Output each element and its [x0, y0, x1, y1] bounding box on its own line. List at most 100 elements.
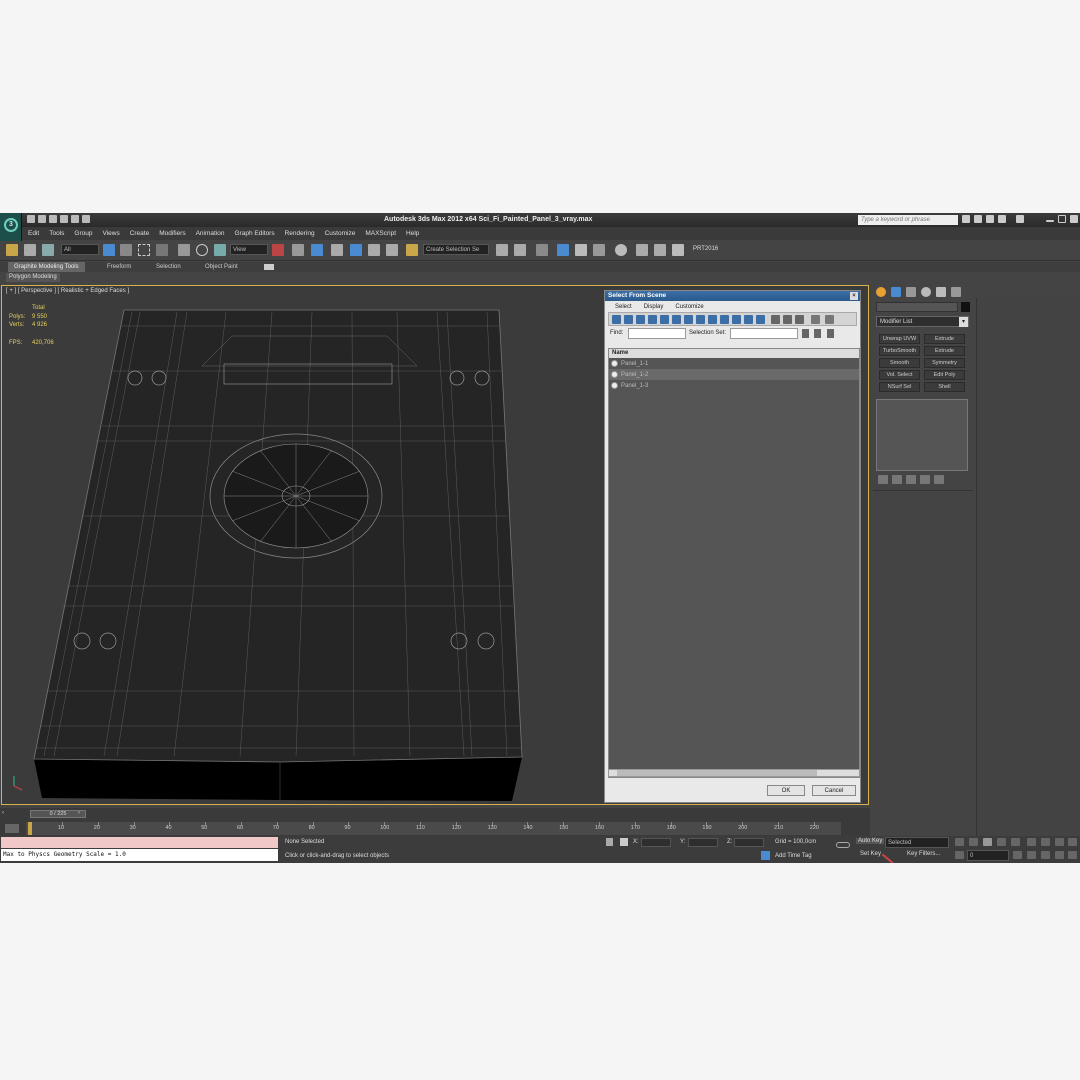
- nsurf-sel-button[interactable]: NSurf Sel: [879, 382, 920, 392]
- maxscript-output[interactable]: Max to Physcs Geometry Scale = 1.0: [1, 849, 278, 861]
- make-unique-icon[interactable]: [906, 475, 916, 484]
- maximize-viewport-icon[interactable]: [1068, 851, 1077, 859]
- name-column-header[interactable]: Name: [609, 349, 859, 358]
- pan-icon[interactable]: [1041, 851, 1050, 859]
- render-setup-icon[interactable]: [636, 244, 648, 256]
- object-color-swatch[interactable]: [961, 302, 970, 312]
- key-mode-dropdown[interactable]: Selected: [885, 837, 949, 848]
- window-crossing-icon[interactable]: [156, 244, 168, 256]
- scrollbar-thumb[interactable]: [617, 770, 817, 776]
- extrude-button[interactable]: Extrude: [924, 334, 965, 344]
- polygon-modeling-tab[interactable]: Polygon Modeling: [6, 273, 60, 282]
- zoom-extents-icon[interactable]: [1055, 838, 1064, 846]
- dialog-title-bar[interactable]: Select From Scene ×: [605, 291, 860, 301]
- search-input[interactable]: Type a keyword or phrase: [858, 215, 958, 225]
- select-manipulate-icon[interactable]: [292, 244, 304, 256]
- zoom-icon[interactable]: [1027, 838, 1036, 846]
- select-all-icon[interactable]: [771, 315, 780, 324]
- render-teapot-icon[interactable]: [672, 244, 684, 256]
- filter-groups-icon[interactable]: [684, 315, 693, 324]
- add-set-icon[interactable]: [814, 329, 821, 338]
- filter-space-warps-icon[interactable]: [672, 315, 681, 324]
- filter-helpers-icon[interactable]: [660, 315, 669, 324]
- display-tab-icon[interactable]: [936, 287, 946, 297]
- modifier-list-dropdown[interactable]: Modifier List ▾: [876, 316, 969, 327]
- mini-curve-editor-icon[interactable]: [5, 824, 19, 833]
- show-end-result-icon[interactable]: [892, 475, 902, 484]
- menu-customize[interactable]: Customize: [325, 230, 356, 237]
- layer-manager-icon[interactable]: [536, 244, 548, 256]
- selection-set-dropdown[interactable]: [730, 328, 798, 339]
- ribbon-options-icon[interactable]: [264, 264, 274, 270]
- list-item[interactable]: Panel_1-2: [609, 369, 859, 380]
- close-icon[interactable]: [1070, 215, 1078, 223]
- modifier-stack[interactable]: [876, 399, 968, 471]
- create-tab-icon[interactable]: [876, 287, 886, 297]
- unlink-icon[interactable]: [24, 244, 36, 256]
- prev-frame-arrow-icon[interactable]: ‹: [2, 810, 10, 818]
- angle-snap-icon[interactable]: [350, 244, 362, 256]
- menu-graph-editors[interactable]: Graph Editors: [235, 230, 275, 237]
- select-dependents-icon[interactable]: [825, 315, 834, 324]
- remove-set-icon[interactable]: [827, 329, 834, 338]
- rendered-frame-window-icon[interactable]: [654, 244, 666, 256]
- smooth-button[interactable]: Smooth: [879, 358, 920, 368]
- mirror-icon[interactable]: [496, 244, 508, 256]
- display-all-icon[interactable]: [756, 315, 765, 324]
- selection-filter-dropdown[interactable]: All: [61, 244, 99, 255]
- symmetry-button[interactable]: Symmetry: [924, 358, 965, 368]
- zoom-all-icon[interactable]: [1041, 838, 1050, 846]
- material-editor-icon[interactable]: [615, 244, 627, 256]
- minimize-icon[interactable]: [1046, 220, 1054, 222]
- ok-button[interactable]: OK: [767, 785, 805, 796]
- vol-select-button[interactable]: Vol. Select: [879, 370, 920, 380]
- help-icon[interactable]: [1016, 215, 1024, 223]
- filter-shapes-icon[interactable]: [624, 315, 633, 324]
- filter-lights-icon[interactable]: [636, 315, 645, 324]
- current-frame-field[interactable]: 0: [967, 850, 1009, 861]
- filter-geometry-icon[interactable]: [612, 315, 621, 324]
- current-frame-marker[interactable]: [28, 822, 32, 835]
- x-coordinate-field[interactable]: [641, 838, 671, 847]
- find-input[interactable]: [628, 328, 686, 339]
- edit-named-selection-icon[interactable]: [406, 244, 418, 256]
- menu-maxscript[interactable]: MAXScript: [365, 230, 396, 237]
- subscription-icon[interactable]: [974, 215, 982, 223]
- set-key-button[interactable]: Set Key: [858, 851, 883, 857]
- utilities-tab-icon[interactable]: [951, 287, 961, 297]
- filter-cameras-icon[interactable]: [648, 315, 657, 324]
- named-selection-dropdown[interactable]: Create Selection Se: [423, 244, 489, 255]
- maxscript-listener-input[interactable]: [1, 837, 278, 848]
- filter-frozen-icon[interactable]: [732, 315, 741, 324]
- move-icon[interactable]: [178, 244, 190, 256]
- menu-animation[interactable]: Animation: [196, 230, 225, 237]
- pivot-center-icon[interactable]: [272, 244, 284, 256]
- configure-modifier-sets-icon[interactable]: [934, 475, 944, 484]
- spinner-snap-icon[interactable]: [386, 244, 398, 256]
- sync-selection-icon[interactable]: [811, 315, 820, 324]
- key-filters-button[interactable]: Key Filters...: [905, 851, 942, 857]
- menu-create[interactable]: Create: [130, 230, 150, 237]
- menu-views[interactable]: Views: [102, 230, 119, 237]
- favorites-star-icon[interactable]: [998, 215, 1006, 223]
- link-icon[interactable]: [6, 244, 18, 256]
- tab-freeform[interactable]: Freeform: [107, 262, 131, 272]
- keyboard-shortcut-override-icon[interactable]: [311, 244, 323, 256]
- bind-space-warp-icon[interactable]: [42, 244, 54, 256]
- select-none-icon[interactable]: [783, 315, 792, 324]
- z-coordinate-field[interactable]: [734, 838, 764, 847]
- communication-icon[interactable]: [986, 215, 994, 223]
- save-file-icon[interactable]: [49, 215, 57, 223]
- extrude-button[interactable]: Extrude: [924, 346, 965, 356]
- list-item[interactable]: Panel_1-1: [609, 358, 859, 369]
- dialog-menu-display[interactable]: Display: [644, 304, 664, 310]
- rectangle-selection-icon[interactable]: [138, 244, 150, 256]
- curve-editor-icon[interactable]: [575, 244, 587, 256]
- tab-graphite-modeling-tools[interactable]: Graphite Modeling Tools: [8, 262, 85, 272]
- tab-object-paint[interactable]: Object Paint: [205, 262, 238, 272]
- y-coordinate-field[interactable]: [688, 838, 718, 847]
- modify-tab-icon[interactable]: [891, 287, 901, 297]
- dialog-menu-select[interactable]: Select: [615, 304, 632, 310]
- list-item[interactable]: Panel_1-3: [609, 380, 859, 391]
- dialog-menu-customize[interactable]: Customize: [675, 304, 703, 310]
